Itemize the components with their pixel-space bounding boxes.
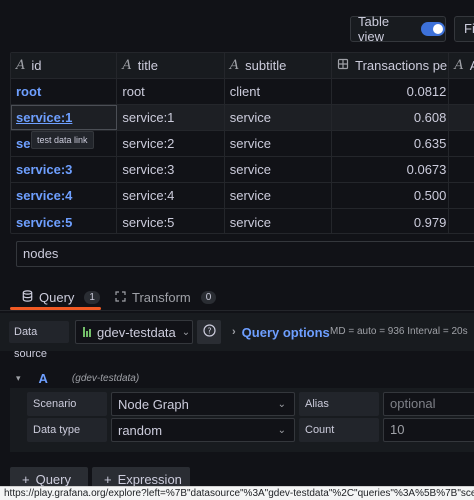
table-view-toggle[interactable]: Table view: [350, 14, 446, 44]
tab-query-label: Query: [39, 289, 75, 305]
chevron-down-icon: ⌄: [277, 398, 286, 410]
testdata-logo-icon: [83, 327, 91, 337]
datasource-picker[interactable]: gdev-testdata ⌄: [75, 320, 193, 344]
column-header-a[interactable]: A A: [449, 53, 474, 78]
table-row: service:5 service:5 service 0.979: [11, 209, 474, 233]
column-header-transactions[interactable]: Transactions per: [332, 53, 450, 78]
plus-icon: +: [22, 471, 30, 487]
text-type-icon: A: [454, 58, 464, 73]
scenario-select[interactable]: Node Graph ⌄: [111, 392, 295, 416]
column-header-subtitle[interactable]: A subtitle: [225, 53, 333, 78]
query-row-header[interactable]: ▾ A (gdev-testdata): [10, 368, 474, 388]
table-cell: 0.635: [332, 131, 450, 156]
id-link[interactable]: root: [16, 84, 41, 99]
query-datasource-hint: (gdev-testdata): [71, 372, 140, 384]
column-header-title[interactable]: A title: [117, 53, 225, 78]
chevron-right-icon: ›: [232, 326, 236, 338]
id-link[interactable]: service:1: [16, 110, 72, 125]
chevron-down-icon: ⌄: [181, 326, 191, 338]
table-cell: 0.0673: [332, 157, 450, 182]
toggle-switch[interactable]: [421, 22, 445, 36]
database-icon: [22, 289, 33, 305]
tab-transform-count: 0: [200, 290, 217, 304]
table-cell: service:5: [117, 209, 225, 233]
filter-button[interactable]: Fi: [454, 16, 474, 42]
table-cell: 0.0812: [332, 79, 450, 104]
table-cell: client: [225, 79, 333, 104]
id-link[interactable]: service:3: [16, 162, 72, 177]
datasource-help-button[interactable]: ?: [197, 320, 221, 344]
count-label: Count: [299, 418, 379, 442]
data-type-label: Data type: [27, 418, 107, 442]
query-ref-id[interactable]: A: [39, 371, 48, 386]
alias-label: Alias: [299, 392, 379, 416]
table-cell: service:2: [117, 131, 225, 156]
table-row: service:3 service:3 service 0.0673: [11, 157, 474, 183]
column-header-id[interactable]: A id: [11, 53, 118, 78]
link-status-bar: https://play.grafana.org/explore?left=%7…: [0, 486, 474, 500]
table-cell: 0.979: [332, 209, 450, 233]
svg-text:?: ?: [207, 327, 211, 336]
table-row: service:4 service:4 service 0.500: [11, 183, 474, 209]
query-options-stats: MD = auto = 936 Interval = 20s: [330, 326, 468, 337]
table-cell: 0.500: [332, 183, 450, 208]
transform-icon: [115, 290, 126, 305]
id-link[interactable]: service:4: [16, 188, 72, 203]
tabs-divider: [0, 310, 474, 311]
table-cell: service:3: [117, 157, 225, 182]
datasource-value: gdev-testdata: [97, 324, 176, 340]
table-cell: service: [225, 131, 333, 156]
alias-input[interactable]: optional: [383, 392, 474, 416]
text-type-icon: A: [229, 58, 240, 73]
frame-select[interactable]: nodes: [16, 241, 474, 267]
table-cell: [449, 105, 474, 130]
text-type-icon: A: [122, 58, 132, 73]
table-cell: service: [225, 209, 333, 233]
datasource-label: Data source: [9, 321, 69, 360]
table-cell: [449, 209, 474, 233]
table-cell: service: [225, 105, 333, 130]
number-type-icon: [337, 58, 349, 73]
tab-transform-label: Transform: [132, 289, 191, 305]
table-view-label: Table view: [358, 14, 390, 44]
table-cell: root: [117, 79, 225, 104]
chevron-down-icon: ⌄: [277, 424, 286, 436]
table-cell: service: [225, 157, 333, 182]
tab-transform[interactable]: Transform 0: [115, 284, 217, 310]
table-cell: 0.608: [332, 105, 450, 130]
table-cell: [449, 157, 474, 182]
table-header: A id A title A subtitle Transactions per…: [11, 53, 474, 79]
scenario-label: Scenario: [27, 392, 107, 416]
question-circle-icon: ?: [202, 324, 216, 340]
id-link[interactable]: service:5: [16, 215, 72, 230]
text-type-icon: A: [16, 58, 26, 73]
table-cell: service:1: [117, 105, 225, 130]
table-cell: [449, 131, 474, 156]
query-options-toggle[interactable]: › Query options: [232, 321, 330, 343]
plus-icon: +: [104, 471, 112, 487]
data-type-select[interactable]: random ⌄: [111, 418, 295, 442]
collapse-chevron-icon[interactable]: ▾: [16, 373, 21, 384]
count-input[interactable]: 10: [383, 418, 474, 442]
table-row: root root client 0.0812: [11, 79, 474, 105]
table-cell: [449, 183, 474, 208]
table-cell: [449, 79, 474, 104]
query-options-label: Query options: [241, 324, 330, 340]
tab-query-count: 1: [84, 290, 100, 304]
table-cell: service:4: [117, 183, 225, 208]
table-cell: service: [225, 183, 333, 208]
table-row: service:1 service:1 service 0.608: [11, 105, 474, 131]
link-tooltip: test data link: [31, 131, 94, 149]
